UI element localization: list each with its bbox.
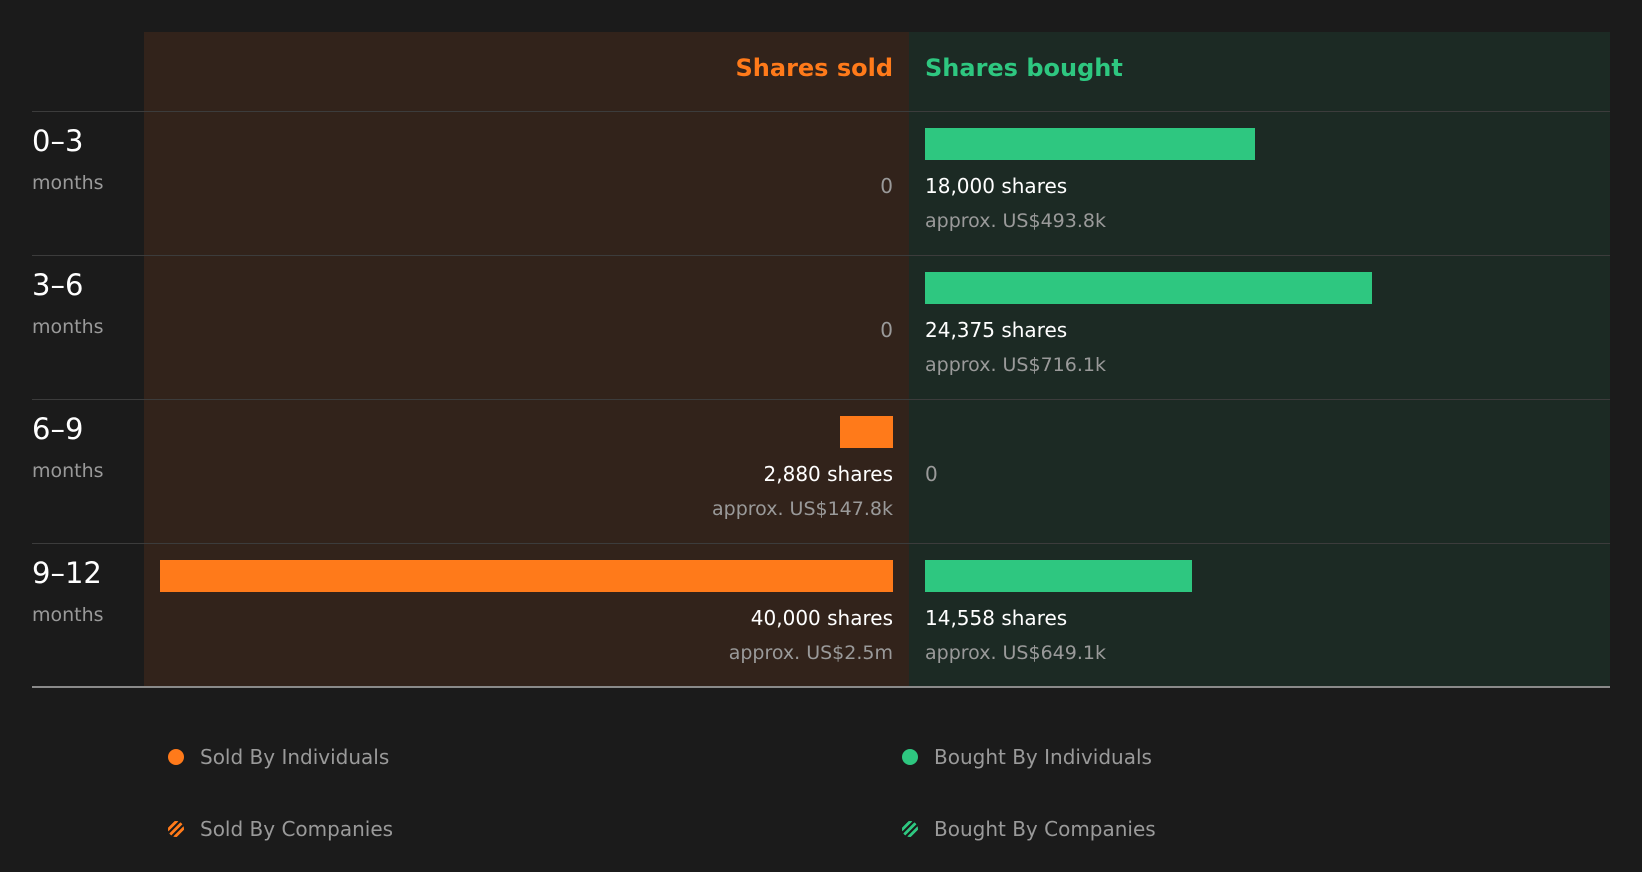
period-unit-label: months bbox=[32, 604, 104, 626]
bought-bar bbox=[925, 272, 1372, 304]
sold-bar bbox=[160, 560, 893, 592]
period-row: 3–6 months 0 24,375 shares approx. US$716.1k bbox=[0, 256, 1642, 400]
period-range-label: 9–12 bbox=[32, 556, 102, 590]
bought-value-label: approx. US$493.8k bbox=[925, 210, 1106, 232]
bought-value-label: approx. US$716.1k bbox=[925, 354, 1106, 376]
shares-bought-header: Shares bought bbox=[925, 54, 1123, 82]
legend-item: Sold By Companies bbox=[168, 814, 393, 844]
period-range-label: 0–3 bbox=[32, 124, 84, 158]
bought-amount-label: 24,375 shares bbox=[925, 318, 1068, 342]
legend-label: Sold By Individuals bbox=[200, 745, 390, 769]
period-unit-label: months bbox=[32, 316, 104, 338]
period-row: 6–9 months 2,880 shares approx. US$147.8k 0 bbox=[0, 400, 1642, 544]
bought-bar bbox=[925, 560, 1192, 592]
sold-value-label: approx. US$2.5m bbox=[728, 642, 893, 664]
bought-amount-label: 14,558 shares bbox=[925, 606, 1068, 630]
sold-amount-label: 2,880 shares bbox=[763, 462, 893, 486]
legend-item: Bought By Individuals bbox=[902, 742, 1152, 772]
sold-amount-label: 0 bbox=[880, 318, 893, 342]
bought-value-label: approx. US$649.1k bbox=[925, 642, 1106, 664]
period-range-label: 6–9 bbox=[32, 412, 84, 446]
legend-label: Bought By Companies bbox=[934, 817, 1156, 841]
period-row: 0–3 months 0 18,000 shares approx. US$493.8k bbox=[0, 112, 1642, 256]
period-unit-label: months bbox=[32, 172, 104, 194]
insider-trading-volume-chart: Shares sold Shares bought 0–3 months 0 18,0… bbox=[0, 0, 1642, 872]
legend-label: Bought By Individuals bbox=[934, 745, 1152, 769]
sold-bar bbox=[840, 416, 893, 448]
period-unit-label: months bbox=[32, 460, 104, 482]
sold-by-companies-marker-icon bbox=[168, 821, 184, 837]
bought-amount-label: 0 bbox=[925, 462, 938, 486]
period-row: 9–12 months 40,000 shares approx. US$2.5m 14… bbox=[0, 544, 1642, 688]
legend-item: Sold By Individuals bbox=[168, 742, 389, 772]
period-range-label: 3–6 bbox=[32, 268, 84, 302]
bought-by-individuals-marker-icon bbox=[902, 749, 918, 765]
legend-label: Sold By Companies bbox=[200, 817, 394, 841]
bought-bar bbox=[925, 128, 1255, 160]
sold-amount-label: 0 bbox=[880, 174, 893, 198]
sold-amount-label: 40,000 shares bbox=[750, 606, 893, 630]
sold-value-label: approx. US$147.8k bbox=[712, 498, 893, 520]
sold-by-individuals-marker-icon bbox=[168, 749, 184, 765]
chart-baseline bbox=[32, 686, 1610, 688]
bought-by-companies-marker-icon bbox=[902, 821, 918, 837]
shares-sold-header: Shares sold bbox=[735, 54, 894, 82]
bought-amount-label: 18,000 shares bbox=[925, 174, 1068, 198]
legend-item: Bought By Companies bbox=[902, 814, 1156, 844]
